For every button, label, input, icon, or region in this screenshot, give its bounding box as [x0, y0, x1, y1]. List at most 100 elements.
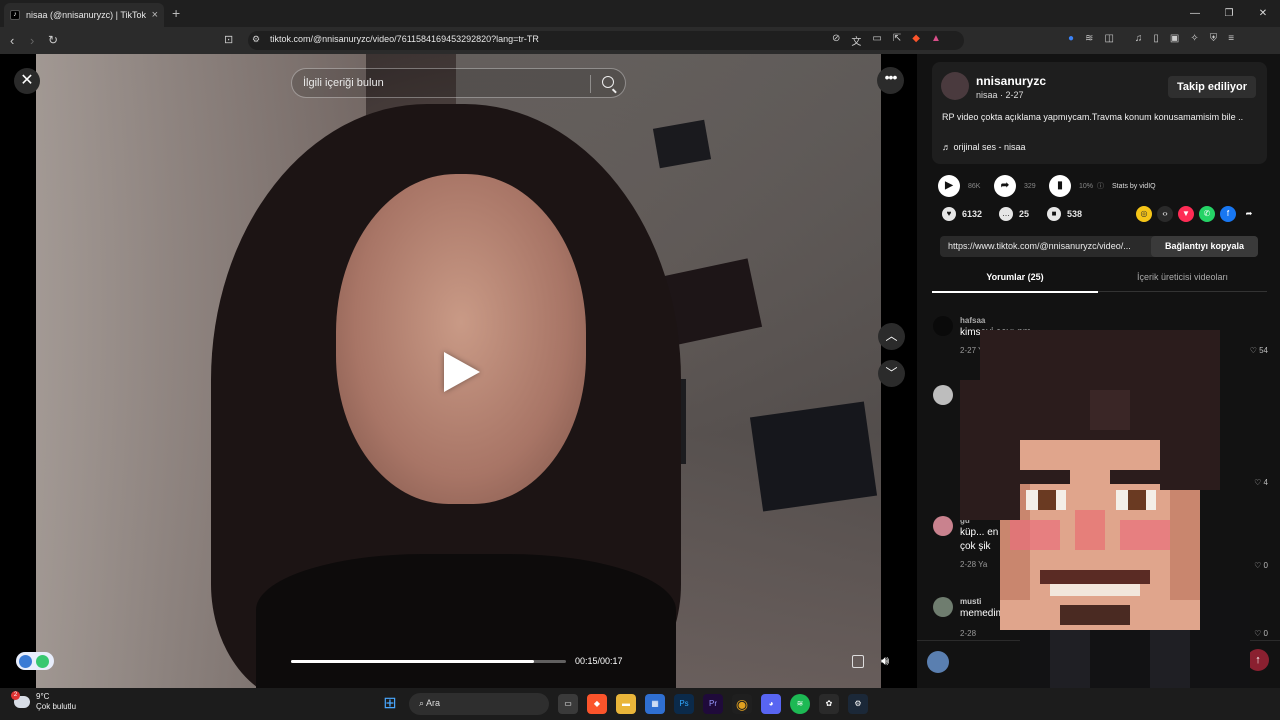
menu-icon[interactable]: ≡ — [1228, 33, 1234, 44]
extension-icon[interactable]: ≋ — [1085, 33, 1093, 44]
follow-button[interactable]: Takip ediliyor — [1168, 76, 1256, 98]
brave-browser-icon[interactable]: ◆ — [587, 694, 607, 714]
next-video-button[interactable]: ﹀ — [878, 360, 905, 387]
share-count-small: 329 — [1024, 182, 1036, 190]
video-link[interactable]: https://www.tiktok.com/@nnisanuryzc/vide… — [948, 241, 1148, 251]
maximize-icon[interactable]: ❐ — [1212, 0, 1246, 27]
extension-icon[interactable]: ◫ — [1104, 33, 1113, 44]
bookmark-save-icon[interactable]: ■ — [1047, 207, 1061, 221]
streamer-pixel-avatar — [960, 330, 1250, 688]
comment-author[interactable]: hafsaa — [960, 316, 985, 325]
embed-icon[interactable]: ‹› — [1157, 206, 1173, 222]
taskbar-search[interactable]: ⌕ Ara — [409, 693, 549, 715]
play-icon[interactable] — [444, 352, 480, 392]
taskbar-apps: ⊞ ⌕ Ara ▭ ◆ ▬ ▦ Ps Pr ◉ ◕ ≋ ✿ ⚙ — [380, 693, 868, 715]
windows-start-icon[interactable]: ⊞ — [380, 694, 400, 714]
photoshop-icon[interactable]: Ps — [674, 694, 694, 714]
music-icon[interactable]: ♫ — [1135, 33, 1143, 44]
weather-widget[interactable]: 2 9°C Çok bulutlu — [11, 691, 76, 712]
weather-text: 9°C Çok bulutlu — [36, 692, 76, 712]
comment-action[interactable]: … 25 — [999, 206, 1029, 222]
tab-comments[interactable]: Yorumlar (25) — [932, 272, 1098, 293]
store-icon[interactable]: ▦ — [645, 694, 665, 714]
heart-icon[interactable]: ♥ — [942, 207, 956, 221]
browser-tab-bar: ♪ nisaa (@nnisanuryzc) | TikTok × + — ❐ … — [0, 0, 1280, 27]
commenter-avatar[interactable] — [933, 385, 953, 405]
screen-icon[interactable]: ▭ — [872, 33, 881, 48]
wallet-icon[interactable]: ▣ — [1170, 33, 1179, 44]
sidebar-icon[interactable]: ▯ — [1153, 33, 1159, 44]
search-placeholder: İlgili içeriği bulun — [303, 77, 384, 89]
extension-icons: ● ≋ ◫ ♫ ▯ ▣ ✧ ⛨ ≡ — [1068, 33, 1234, 44]
volume-icon[interactable]: 🔊︎ — [881, 653, 889, 669]
share-icons-row: ◎ ‹› ▼ ✆ f ➦ — [1136, 206, 1257, 222]
related-search-input[interactable]: İlgili içeriği bulun — [291, 68, 626, 98]
back-icon[interactable]: ‹ — [10, 33, 14, 48]
site-info-icon[interactable]: ⚙ — [252, 34, 260, 45]
steam-icon[interactable]: ⚙ — [848, 694, 868, 714]
forward-icon[interactable]: › — [30, 33, 34, 48]
share-arrow-icon[interactable]: ➦ — [994, 175, 1016, 197]
more-share-icon[interactable]: ➦ — [1241, 206, 1257, 222]
picture-in-picture-icon[interactable] — [852, 655, 864, 668]
task-view-icon[interactable]: ▭ — [558, 694, 578, 714]
whatsapp-icon[interactable]: ✆ — [1199, 206, 1215, 222]
author-nickname-date: nisaa · 2-27 — [976, 90, 1024, 100]
music-row[interactable]: ♬ orijinal ses - nisaa — [942, 142, 1026, 152]
tab-creator-videos[interactable]: İçerik üreticisi videoları — [1098, 272, 1267, 282]
panel-tabs: Yorumlar (25) İçerik üreticisi videoları — [932, 268, 1267, 293]
music-title: orijinal ses - nisaa — [953, 142, 1026, 152]
author-avatar[interactable] — [941, 72, 969, 100]
bookmark-icon[interactable]: ⊡ — [224, 33, 233, 46]
info-icon[interactable]: ⓘ — [1097, 181, 1104, 191]
power-icon — [36, 654, 49, 668]
premiere-icon[interactable]: Pr — [703, 694, 723, 714]
discord-icon[interactable]: ◕ — [761, 694, 781, 714]
extension-icon[interactable]: ● — [1068, 33, 1074, 44]
save-action[interactable]: ■ 538 — [1047, 206, 1082, 222]
close-tab-icon[interactable]: × — [152, 9, 158, 21]
author-username[interactable]: nnisanuryzc — [976, 74, 1046, 88]
search-icon[interactable] — [602, 76, 614, 88]
notification-badge: 2 — [11, 691, 20, 700]
search-divider — [590, 75, 591, 93]
video-frame-person-face — [336, 174, 586, 504]
facebook-icon[interactable]: f — [1220, 206, 1236, 222]
leo-icon[interactable]: ✧ — [1190, 33, 1198, 44]
plays-stat: ▶ 86K — [938, 175, 980, 197]
comment-icon[interactable]: … — [999, 207, 1013, 221]
share-icon[interactable]: ⇱ — [893, 33, 901, 48]
commenter-avatar[interactable] — [933, 516, 953, 536]
extension-logo-icon — [19, 654, 32, 668]
reload-icon[interactable]: ↻ — [48, 33, 58, 47]
progress-fill — [291, 660, 534, 663]
taskbar-search-label: Ara — [426, 698, 441, 708]
copy-link-button[interactable]: Bağlantıyı kopyala — [1151, 236, 1258, 257]
plays-count: 86K — [968, 182, 981, 190]
vpn-icon[interactable]: ⛨ — [1210, 33, 1218, 44]
translate-icon[interactable]: 文 — [851, 33, 861, 48]
commenter-avatar[interactable] — [933, 316, 953, 336]
brave-shield-icon[interactable]: ◆ — [912, 33, 920, 48]
more-options-button[interactable]: ••• — [877, 67, 904, 94]
close-video-button[interactable]: ✕ — [14, 68, 40, 94]
extension-badge[interactable] — [16, 652, 54, 670]
new-tab-icon[interactable]: + — [172, 5, 180, 21]
previous-video-button[interactable]: ︿ — [878, 323, 905, 350]
spotify-icon[interactable]: ≋ — [790, 694, 810, 714]
app-icon[interactable]: ✿ — [819, 694, 839, 714]
send-icon[interactable]: ▼ — [1178, 206, 1194, 222]
no-cast-icon[interactable]: ⊘ — [832, 33, 840, 48]
minimize-icon[interactable]: — — [1178, 0, 1212, 27]
browser-tab[interactable]: ♪ nisaa (@nnisanuryzc) | TikTok × — [4, 3, 164, 27]
address-bar: ‹ › ↻ ⊡ ⚙ tiktok.com/@nnisanuryzc/video/… — [0, 27, 1280, 54]
brave-rewards-icon[interactable]: ▲ — [931, 33, 941, 48]
file-explorer-icon[interactable]: ▬ — [616, 694, 636, 714]
commenter-avatar[interactable] — [933, 597, 953, 617]
like-action[interactable]: ♥ 6132 — [942, 206, 982, 222]
video-progress-bar[interactable] — [291, 660, 566, 663]
chrome-icon[interactable]: ◉ — [732, 694, 752, 714]
close-window-icon[interactable]: ✕ — [1246, 0, 1280, 27]
repost-icon[interactable]: ◎ — [1136, 206, 1152, 222]
url-text[interactable]: tiktok.com/@nnisanuryzc/video/7611584169… — [270, 34, 539, 44]
